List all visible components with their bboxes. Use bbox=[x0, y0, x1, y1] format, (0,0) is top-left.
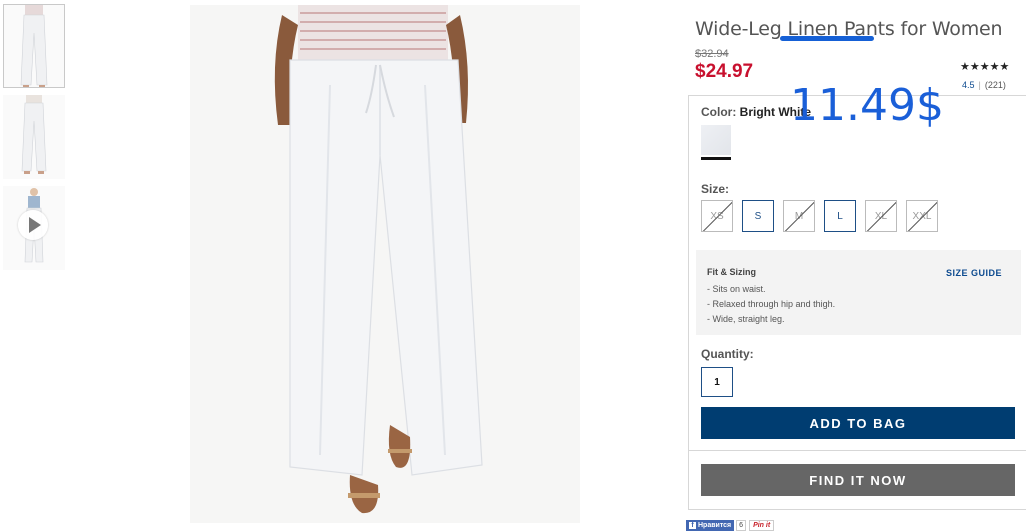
thumbnail-front[interactable] bbox=[3, 4, 65, 88]
rating-summary[interactable]: 4.5 | (221) bbox=[962, 80, 1006, 90]
play-icon[interactable] bbox=[18, 210, 48, 240]
facebook-like-button[interactable]: f Нравится bbox=[686, 520, 735, 531]
size-option-xl[interactable]: XL bbox=[865, 200, 897, 232]
pants-photo bbox=[274, 5, 483, 514]
color-swatch-bright-white[interactable] bbox=[701, 125, 731, 155]
size-option-m[interactable]: M bbox=[783, 200, 815, 232]
original-price: $32.94 bbox=[695, 48, 729, 60]
facebook-icon: f bbox=[689, 522, 696, 529]
add-to-bag-button[interactable]: ADD TO BAG bbox=[701, 407, 1015, 439]
rating-value: 4.5 bbox=[962, 80, 975, 90]
size-options: XS S M L XL XXL bbox=[701, 200, 947, 232]
quantity-input[interactable] bbox=[701, 367, 733, 397]
main-product-image[interactable] bbox=[190, 5, 580, 523]
rating-stars[interactable]: ★★★★★ bbox=[960, 60, 1009, 73]
rating-separator: | bbox=[978, 80, 981, 90]
facebook-like-label: Нравится bbox=[698, 522, 732, 529]
fit-details-list: - Sits on waist. - Relaxed through hip a… bbox=[707, 282, 835, 327]
thumbnail-list bbox=[3, 4, 65, 277]
pin-it-button[interactable]: Pin it bbox=[749, 520, 775, 531]
fit-detail-item: - Sits on waist. bbox=[707, 284, 766, 294]
annotation-price: 11.49$ bbox=[790, 80, 944, 131]
divider bbox=[688, 450, 1026, 451]
color-label: Color: bbox=[701, 105, 737, 119]
pants-front-image bbox=[20, 5, 48, 87]
swatch-selected-indicator bbox=[701, 157, 731, 160]
size-option-s[interactable]: S bbox=[742, 200, 774, 232]
annotation-underline bbox=[780, 36, 874, 41]
review-count: (221) bbox=[984, 80, 1006, 90]
size-label: Size: bbox=[701, 182, 730, 196]
quantity-label: Quantity: bbox=[701, 347, 754, 361]
size-option-xs[interactable]: XS bbox=[701, 200, 733, 232]
size-guide-link[interactable]: SIZE GUIDE bbox=[946, 268, 1002, 278]
find-it-now-button[interactable]: FIND IT NOW bbox=[701, 464, 1015, 496]
size-option-xxl[interactable]: XXL bbox=[906, 200, 938, 232]
fit-sizing-title: Fit & Sizing bbox=[707, 267, 756, 277]
fit-detail-item: - Relaxed through hip and thigh. bbox=[707, 299, 836, 309]
fit-detail-item: - Wide, straight leg. bbox=[707, 314, 785, 324]
pants-back-image bbox=[21, 95, 47, 174]
size-option-l[interactable]: L bbox=[824, 200, 856, 232]
social-share: f Нравится 6 Pin it bbox=[686, 520, 775, 531]
thumbnail-video[interactable] bbox=[3, 186, 65, 270]
sale-price: $24.97 bbox=[695, 61, 754, 82]
facebook-like-count: 6 bbox=[736, 520, 747, 531]
thumbnail-back[interactable] bbox=[3, 95, 65, 179]
